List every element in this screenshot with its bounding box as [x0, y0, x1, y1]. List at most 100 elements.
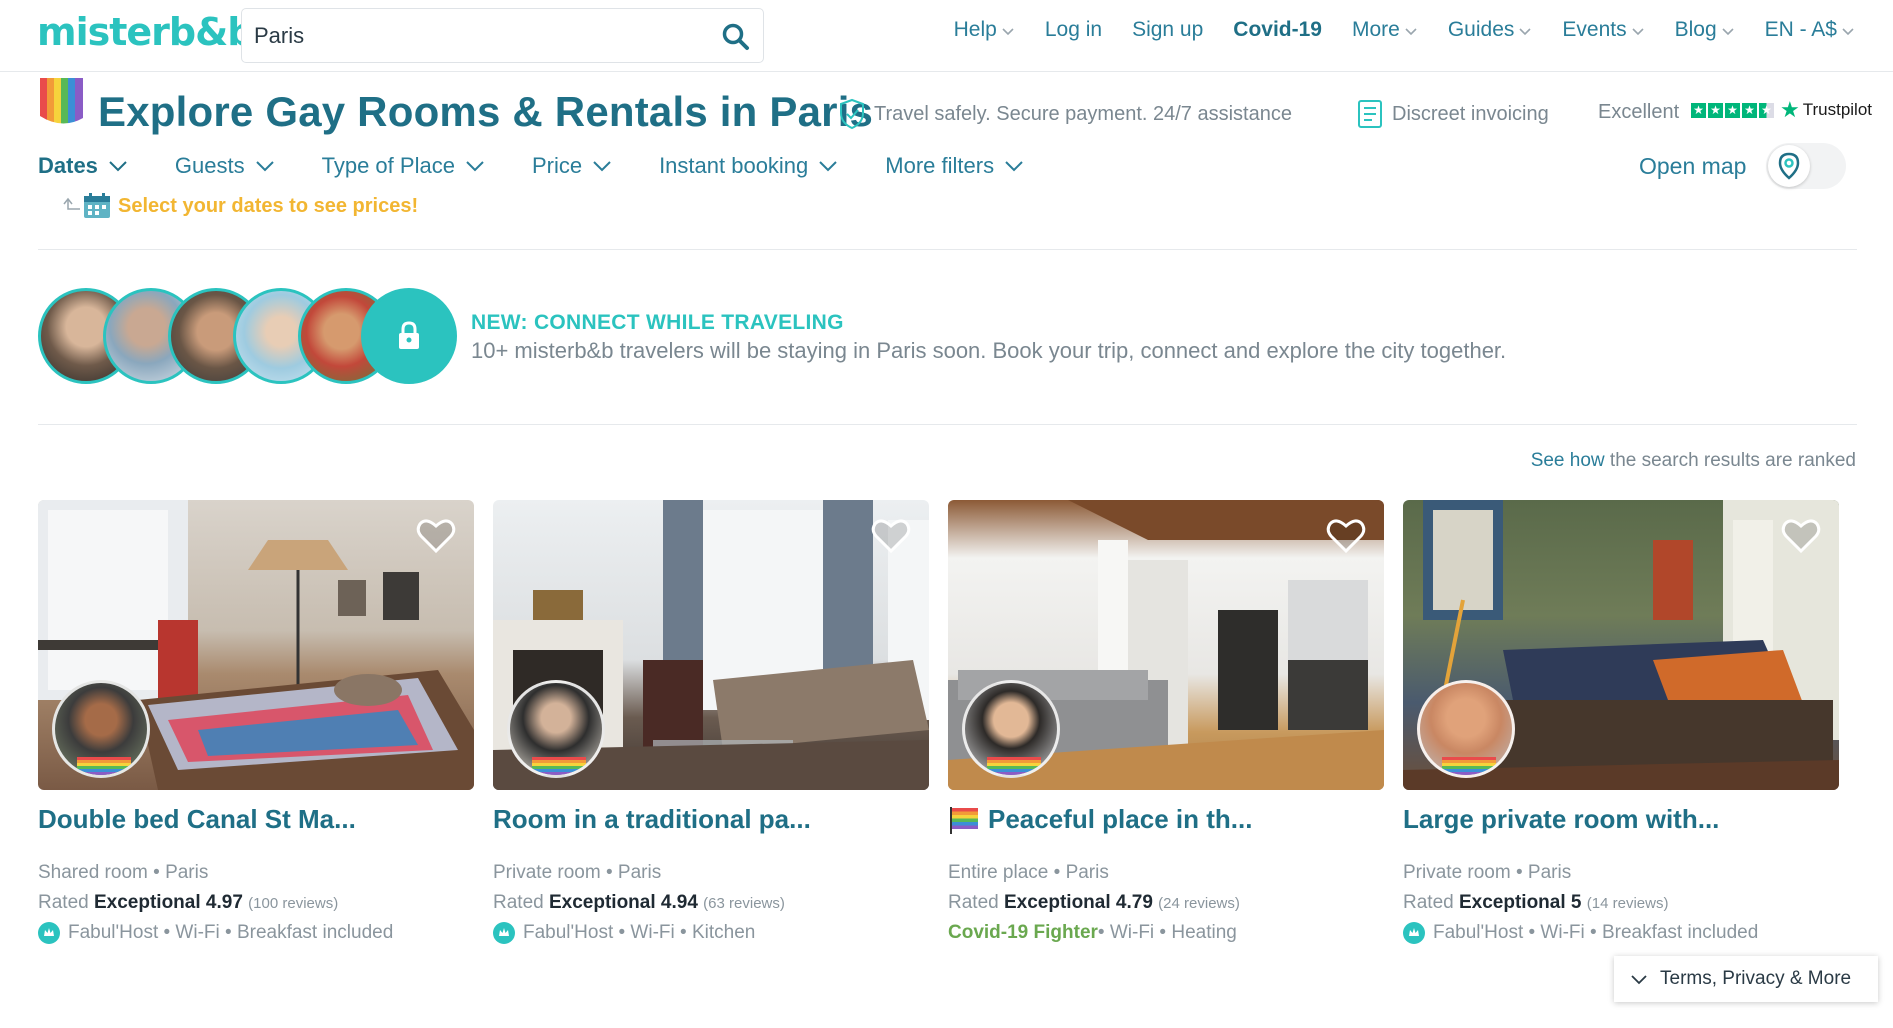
page-title: Explore Gay Rooms & Rentals in Paris [98, 88, 874, 135]
divider [38, 249, 1857, 250]
listing-meta: Private room • Paris [1403, 862, 1572, 883]
date-hint-text: Select your dates to see prices! [118, 194, 419, 217]
nav-help-label: Help [953, 18, 997, 41]
nav-more[interactable]: More [1352, 18, 1418, 42]
nav-guides[interactable]: Guides [1448, 18, 1533, 42]
rating-value: Exceptional 4.79 [1003, 892, 1153, 913]
chevron-down-icon [1631, 974, 1647, 984]
filter-type-label: Type of Place [321, 153, 455, 178]
listing-rating: Rated Exceptional 4.79 (24 reviews) [948, 892, 1240, 914]
lock-icon [399, 321, 419, 349]
listing-title[interactable]: Large private room with... [1403, 804, 1719, 835]
listing-rating: Rated Exceptional 4.94 (63 reviews) [493, 892, 785, 914]
nav-signup[interactable]: Sign up [1132, 18, 1203, 42]
trustpilot-logo[interactable]: ★ Trustpilot [1780, 99, 1872, 121]
favorite-heart-icon[interactable] [1326, 518, 1366, 554]
listing-meta: Entire place • Paris [948, 862, 1109, 883]
listing-card[interactable]: Peaceful place in th... Entire place • P… [948, 500, 1384, 970]
amenities-text: Fabul'Host • Wi-Fi • Breakfast included [1433, 922, 1759, 943]
map-toggle-knob [1768, 145, 1810, 187]
listing-city: Paris [617, 862, 662, 883]
host-avatar[interactable] [507, 680, 605, 778]
fabulhost-badge-icon [38, 922, 60, 944]
nav-locale[interactable]: EN - A$ [1765, 18, 1855, 42]
filter-instant-booking[interactable]: Instant booking [659, 153, 838, 179]
favorite-heart-icon[interactable] [871, 518, 911, 554]
divider [38, 424, 1857, 425]
locked-avatar [361, 288, 457, 384]
rating-prefix: Rated [38, 892, 94, 913]
terms-privacy-toggle[interactable]: Terms, Privacy & More [1614, 956, 1878, 1002]
listing-city: Paris [1527, 862, 1572, 883]
listing-title[interactable]: Peaceful place in th... [948, 804, 1252, 835]
chevron-down-icon [593, 161, 611, 172]
review-count: (24 reviews) [1158, 895, 1240, 912]
top-nav-links: Help Log in Sign up Covid-19 More Guides… [924, 18, 1855, 42]
terms-label: Terms, Privacy & More [1660, 968, 1852, 989]
filter-price[interactable]: Price [532, 153, 612, 179]
listing-amenities: Covid-19 Fighter • Wi-Fi • Heating [948, 922, 1237, 944]
listing-amenities: Fabul'Host • Wi-Fi • Breakfast included [38, 922, 393, 944]
open-map-label[interactable]: Open map [1639, 153, 1746, 180]
trust-invoice-text: Discreet invoicing [1392, 102, 1549, 125]
search-icon[interactable] [721, 22, 751, 52]
shield-icon [840, 98, 864, 130]
filter-more-label: More filters [885, 153, 995, 178]
favorite-heart-icon[interactable] [416, 518, 456, 554]
listing-photo[interactable] [1403, 500, 1839, 790]
filter-more[interactable]: More filters [885, 153, 1024, 179]
listing-card[interactable]: Large private room with... Private room … [1403, 500, 1839, 970]
nav-guides-label: Guides [1447, 18, 1515, 41]
connect-title: NEW: CONNECT WHILE TRAVELING [471, 311, 844, 334]
amenities-text: • Wi-Fi • Heating [1097, 922, 1237, 943]
nav-help[interactable]: Help [954, 18, 1015, 42]
nav-locale-label: EN - A$ [1764, 18, 1837, 41]
favorite-heart-icon[interactable] [1781, 518, 1821, 554]
chevron-down-icon [819, 161, 838, 172]
chevron-down-icon [1519, 27, 1531, 35]
chevron-down-icon [1002, 27, 1014, 35]
nav-events-label: Events [1562, 18, 1627, 41]
listing-photo[interactable] [948, 500, 1384, 790]
chevron-down-icon [109, 161, 127, 172]
nav-events[interactable]: Events [1562, 18, 1644, 42]
filter-guests[interactable]: Guests [175, 153, 275, 179]
rating-prefix: Rated [948, 892, 1004, 913]
listing-photo[interactable] [493, 500, 929, 790]
listing-title[interactable]: Double bed Canal St Ma... [38, 804, 356, 835]
trustpilot-rating: Excellent [1598, 101, 1680, 123]
listing-card[interactable]: Double bed Canal St Ma... Shared room • … [38, 500, 474, 970]
listing-title[interactable]: Room in a traditional pa... [493, 804, 811, 835]
open-map-toggle[interactable] [1766, 143, 1846, 189]
rating-prefix: Rated [1403, 892, 1459, 913]
listing-meta: Shared room • Paris [38, 862, 209, 883]
chevron-down-icon [466, 161, 484, 172]
ranking-text: the search results are ranked [1604, 450, 1856, 471]
listing-city: Paris [1065, 862, 1109, 883]
listing-card[interactable]: Room in a traditional pa... Private room… [493, 500, 929, 970]
see-how-link[interactable]: See how [1531, 450, 1605, 471]
chevron-down-icon [1722, 27, 1734, 35]
host-avatar[interactable] [52, 680, 150, 778]
filter-dates[interactable]: Dates [38, 153, 128, 179]
star-icon: ★ [1742, 103, 1757, 118]
filter-instant-label: Instant booking [659, 153, 809, 178]
chevron-down-icon [1405, 27, 1417, 35]
review-count: (63 reviews) [703, 895, 785, 912]
search-input[interactable] [254, 23, 694, 49]
nav-blog[interactable]: Blog [1675, 18, 1735, 42]
listing-amenities: Fabul'Host • Wi-Fi • Kitchen [493, 922, 755, 944]
listing-photo[interactable] [38, 500, 474, 790]
filter-type-of-place[interactable]: Type of Place [322, 153, 485, 179]
host-avatar[interactable] [1417, 680, 1515, 778]
misterbnb-logo[interactable]: misterb&b [37, 10, 254, 54]
star-icon: ★ [1691, 103, 1706, 118]
nav-login[interactable]: Log in [1045, 18, 1102, 42]
fabulhost-badge-icon [1403, 922, 1425, 944]
nav-covid[interactable]: Covid-19 [1233, 18, 1322, 42]
listing-type: Private room [1403, 862, 1511, 883]
listing-rating: Rated Exceptional 4.97 (100 reviews) [38, 892, 338, 914]
host-avatar[interactable] [962, 680, 1060, 778]
invoice-icon [1358, 100, 1382, 128]
listing-rating: Rated Exceptional 5 (14 reviews) [1403, 892, 1668, 914]
